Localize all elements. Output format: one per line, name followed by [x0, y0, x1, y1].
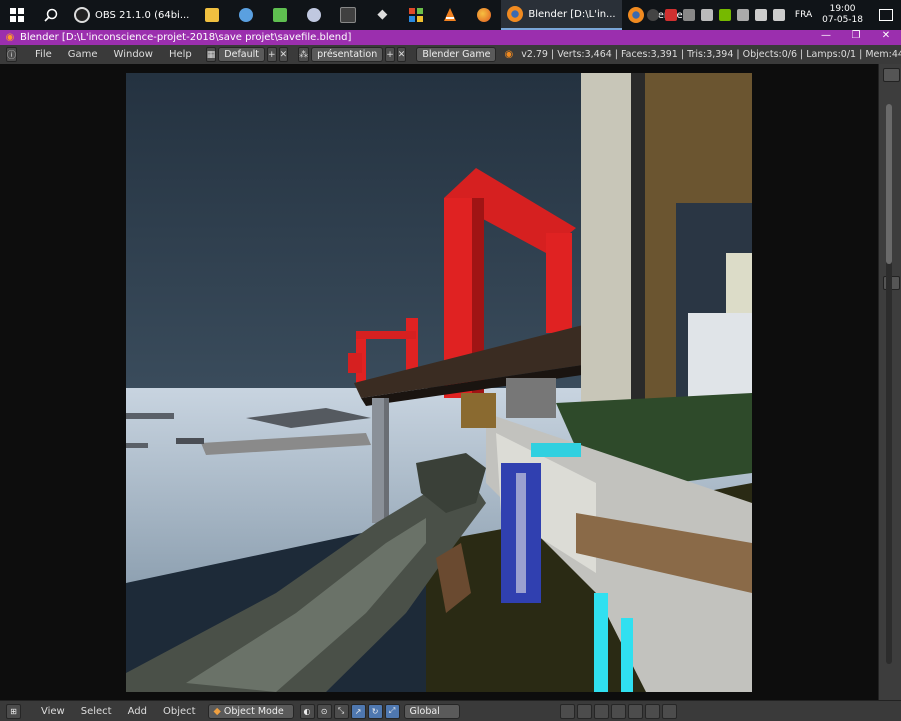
screen-layout-field[interactable]: Default [218, 47, 266, 62]
unity-icon: ◆ [377, 7, 388, 22]
delete-screen-button[interactable]: ✕ [278, 47, 289, 62]
manipulator-toggle-icon[interactable]: ⤡ [333, 703, 349, 719]
clock-date: 07-05-18 [822, 15, 863, 25]
menu-select[interactable]: Select [73, 706, 120, 717]
vlc-icon [444, 8, 457, 21]
layer-button-2[interactable] [576, 703, 592, 719]
menu-object[interactable]: Object [155, 706, 204, 717]
layer-button-4[interactable] [610, 703, 626, 719]
viewport-shading-icon[interactable]: ◐ [299, 703, 315, 719]
blender-logo-icon: ◉ [504, 49, 514, 60]
3d-view-header: ⊞ View Select Add Object ◆ Object Mode ◐… [0, 700, 901, 721]
windows-logo-icon [10, 8, 24, 22]
transform-orientation-select[interactable]: Global [403, 703, 460, 719]
scene-field[interactable]: présentation [311, 47, 384, 62]
scene-icon[interactable]: ⁂ [298, 47, 310, 62]
blender-icon [627, 7, 644, 23]
screen-layout-icon[interactable]: ▦ [205, 47, 217, 62]
editor-type-icon[interactable]: ⊞ [6, 703, 21, 719]
taskbar-app-vlc[interactable] [433, 0, 467, 30]
terminal-icon [340, 7, 357, 23]
firefox-icon [477, 8, 492, 22]
clock-time: 19:00 [829, 4, 856, 14]
minimize-button[interactable]: — [811, 30, 841, 45]
language-indicator[interactable]: FRA [795, 10, 812, 20]
network-app-icon[interactable] [700, 9, 713, 21]
taskbar-app-firefox[interactable] [467, 0, 501, 30]
scrollbar-handle[interactable] [886, 104, 892, 264]
add-scene-button[interactable]: + [385, 47, 395, 62]
obs-icon [74, 7, 90, 23]
windows-taskbar: OBS 21.1.0 (64bi... ◆ Blender [D:\L'in..… [0, 0, 901, 30]
menu-view[interactable]: View [33, 706, 73, 717]
layer-button-7[interactable] [661, 703, 677, 719]
search-icon [44, 8, 58, 22]
menu-add[interactable]: Add [120, 706, 155, 717]
game-render [126, 73, 752, 692]
pivot-point-icon[interactable]: ⊙ [316, 703, 332, 719]
right-sidebar [878, 64, 901, 700]
taskbar-app-notepad[interactable] [263, 0, 297, 30]
layer-button-1[interactable] [559, 703, 575, 719]
3d-viewport[interactable] [0, 64, 878, 700]
menu-window[interactable]: Window [106, 49, 161, 60]
steam-icon[interactable] [646, 9, 659, 21]
panel-toggle-button[interactable] [883, 68, 900, 82]
start-button[interactable] [0, 0, 34, 30]
scene-stats: v2.79 | Verts:3,464 | Faces:3,391 | Tris… [521, 49, 901, 60]
rotate-manipulator-icon[interactable]: ↻ [367, 703, 383, 719]
notepad-icon [273, 8, 288, 22]
sidebar-scrollbar[interactable] [886, 104, 892, 664]
editor-type-icon[interactable]: ⓘ [6, 47, 18, 62]
nvidia-icon[interactable] [718, 9, 731, 21]
info-header: ⓘ File Game Window Help ▦ Default + ✕ ⁂ … [0, 45, 901, 65]
object-mode-icon: ◆ [213, 705, 221, 717]
window-controls: — ❐ ✕ [811, 30, 901, 45]
search-button[interactable] [34, 0, 68, 30]
taskbar-app-obs[interactable]: OBS 21.1.0 (64bi... [68, 0, 195, 30]
blender-icon [507, 6, 524, 22]
menu-help[interactable]: Help [161, 49, 200, 60]
render-engine-select[interactable]: Blender Game [416, 47, 497, 62]
add-screen-button[interactable]: + [267, 47, 277, 62]
taskbar-app-unity[interactable]: ◆ [365, 0, 399, 30]
taskbar-app-terminal[interactable] [331, 0, 365, 30]
blender-icon: ◉ [5, 32, 15, 43]
taskbar-app-label: OBS 21.1.0 (64bi... [95, 9, 190, 21]
taskbar-app-label: Blender [D:\L'in... [528, 8, 616, 20]
window-title: Blender [D:\L'inconscience-projet-2018\s… [20, 32, 352, 43]
system-tray: FRA 19:00 07-05-18 [646, 0, 901, 30]
layer-button-6[interactable] [644, 703, 660, 719]
delete-scene-button[interactable]: ✕ [396, 47, 407, 62]
volume-icon[interactable] [772, 9, 785, 21]
scale-manipulator-icon[interactable]: ⤢ [384, 703, 400, 719]
menu-file[interactable]: File [27, 49, 60, 60]
object-mode-select[interactable]: ◆ Object Mode [207, 703, 294, 719]
office-icon [409, 8, 424, 22]
clock[interactable]: 19:00 07-05-18 [822, 4, 863, 26]
paint-icon [239, 8, 254, 22]
translate-manipulator-icon[interactable]: ↗ [350, 703, 366, 719]
menu-game[interactable]: Game [60, 49, 106, 60]
object-mode-label: Object Mode [223, 705, 284, 717]
red-app-icon[interactable] [664, 9, 677, 21]
taskbar-app-office[interactable] [399, 0, 433, 30]
taskbar-app-file-explorer[interactable] [195, 0, 229, 30]
layer-button-5[interactable] [627, 703, 643, 719]
maximize-button[interactable]: ❐ [841, 30, 871, 45]
taskbar-app-paint[interactable] [229, 0, 263, 30]
layer-button-3[interactable] [593, 703, 609, 719]
chat-icon[interactable] [736, 9, 749, 21]
shield-icon[interactable] [682, 9, 695, 21]
blender-title-bar: ◉ Blender [D:\L'inconscience-projet-2018… [0, 30, 901, 45]
circle-app-icon [307, 8, 322, 22]
taskbar-app-circle[interactable] [297, 0, 331, 30]
notification-icon[interactable] [879, 9, 893, 21]
network-icon[interactable] [754, 9, 767, 21]
taskbar-app-blender-active[interactable]: Blender [D:\L'in... [501, 0, 622, 30]
game-scene-image [126, 73, 752, 692]
folder-icon [205, 8, 220, 22]
close-button[interactable]: ✕ [871, 30, 901, 45]
